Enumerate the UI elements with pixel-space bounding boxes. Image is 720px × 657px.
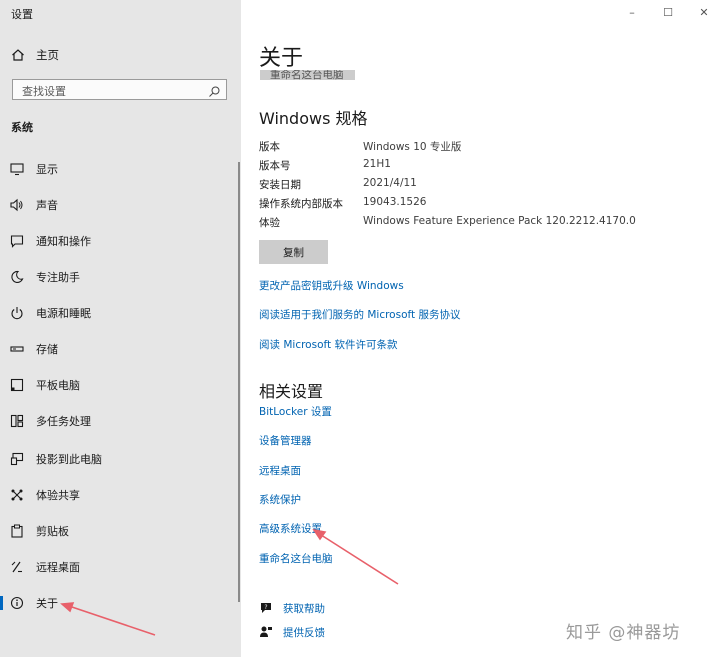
- svg-text:?: ?: [264, 604, 267, 611]
- sidebar-item-label: 体验共享: [36, 489, 80, 502]
- advanced-system-settings-link[interactable]: 高级系统设置: [259, 521, 322, 536]
- sidebar-item-sound[interactable]: 声音: [0, 191, 241, 219]
- spec-label: 体验: [259, 217, 280, 229]
- sidebar-item-label: 声音: [36, 199, 58, 212]
- sidebar-item-shared-experiences[interactable]: 体验共享: [0, 481, 241, 509]
- section-label-system: 系统: [11, 121, 33, 134]
- sidebar-item-display[interactable]: 显示: [0, 155, 241, 183]
- sidebar: 设置 主页 查找设置 系统 显示 声音 通知和操作 专注助手 电源和睡眠 存储: [0, 0, 241, 657]
- device-manager-link[interactable]: 设备管理器: [259, 433, 312, 448]
- service-agreement-link[interactable]: 阅读适用于我们服务的 Microsoft 服务协议: [259, 307, 460, 322]
- get-help-link[interactable]: ? 获取帮助: [259, 600, 325, 616]
- sidebar-item-tablet[interactable]: 平板电脑: [0, 371, 241, 399]
- give-feedback-label: 提供反馈: [283, 626, 325, 639]
- info-icon: [10, 596, 24, 610]
- rename-pc-button-clipped[interactable]: 重命名这台电脑: [260, 70, 355, 80]
- related-settings-heading: 相关设置: [259, 382, 324, 401]
- project-icon: [10, 452, 24, 466]
- spec-label: 版本: [259, 141, 280, 153]
- sidebar-item-label: 关于: [36, 597, 58, 610]
- spec-label: 安装日期: [259, 179, 301, 191]
- sidebar-item-label: 平板电脑: [36, 379, 80, 392]
- give-feedback-link[interactable]: 提供反馈: [259, 624, 325, 640]
- sidebar-item-focus[interactable]: 专注助手: [0, 263, 241, 291]
- sidebar-item-label: 电源和睡眠: [36, 307, 91, 320]
- rename-pc-button-label: 重命名这台电脑: [270, 70, 344, 80]
- sidebar-item-label: 显示: [36, 163, 58, 176]
- remote-desktop-icon: [10, 560, 24, 574]
- help-chat-icon: ?: [259, 601, 273, 615]
- sidebar-item-label: 通知和操作: [36, 235, 91, 248]
- change-product-key-link[interactable]: 更改产品密钥或升级 Windows: [259, 278, 404, 293]
- remote-desktop-link[interactable]: 远程桌面: [259, 463, 301, 478]
- sidebar-item-clipboard[interactable]: 剪贴板: [0, 517, 241, 545]
- spec-value: Windows 10 专业版: [363, 141, 462, 153]
- spec-value: Windows Feature Experience Pack 120.2212…: [363, 215, 636, 227]
- sidebar-item-power[interactable]: 电源和睡眠: [0, 299, 241, 327]
- power-icon: [10, 306, 24, 320]
- sidebar-item-project[interactable]: 投影到此电脑: [0, 445, 241, 473]
- sidebar-item-label: 存储: [36, 343, 58, 356]
- speaker-icon: [10, 198, 24, 212]
- tablet-icon: [10, 378, 24, 392]
- license-terms-link[interactable]: 阅读 Microsoft 软件许可条款: [259, 337, 397, 352]
- bitlocker-settings-link[interactable]: BitLocker 设置: [259, 404, 332, 419]
- spec-label: 操作系统内部版本: [259, 198, 343, 210]
- feedback-icon: [259, 625, 273, 639]
- spec-value: 2021/4/11: [363, 177, 417, 189]
- sidebar-item-label: 剪贴板: [36, 525, 69, 538]
- search-input[interactable]: 查找设置: [22, 83, 66, 99]
- search-box[interactable]: 查找设置: [12, 79, 227, 100]
- sidebar-item-multitasking[interactable]: 多任务处理: [0, 407, 241, 435]
- sidebar-item-label: 多任务处理: [36, 415, 91, 428]
- storage-icon: [10, 342, 24, 356]
- sidebar-item-label: 远程桌面: [36, 561, 80, 574]
- system-protection-link[interactable]: 系统保护: [259, 492, 301, 507]
- sidebar-item-label: 专注助手: [36, 271, 80, 284]
- sidebar-item-about[interactable]: 关于: [0, 589, 241, 617]
- sidebar-scrollbar[interactable]: [238, 162, 240, 602]
- minimize-button[interactable]: –: [622, 4, 642, 20]
- sidebar-item-notifications[interactable]: 通知和操作: [0, 227, 241, 255]
- home-nav-item[interactable]: 主页: [11, 46, 59, 64]
- spec-value: 19043.1526: [363, 196, 427, 208]
- active-indicator: [0, 596, 3, 610]
- copy-button[interactable]: 复制: [259, 240, 328, 264]
- share-icon: [10, 488, 24, 502]
- get-help-label: 获取帮助: [283, 602, 325, 615]
- spec-label: 版本号: [259, 160, 291, 172]
- sidebar-item-remote-desktop[interactable]: 远程桌面: [0, 553, 241, 581]
- app-title: 设置: [11, 8, 33, 21]
- clipboard-icon: [10, 524, 24, 538]
- maximize-button[interactable]: ☐: [658, 4, 678, 20]
- search-icon[interactable]: [208, 83, 221, 97]
- sidebar-item-label: 投影到此电脑: [36, 453, 102, 466]
- watermark: 知乎 @神器坊: [566, 623, 681, 643]
- rename-pc-link[interactable]: 重命名这台电脑: [259, 551, 333, 566]
- sidebar-item-storage[interactable]: 存储: [0, 335, 241, 363]
- home-icon: [11, 48, 25, 62]
- multitask-icon: [10, 414, 24, 428]
- moon-icon: [10, 270, 24, 284]
- windows-spec-heading: Windows 规格: [259, 109, 368, 128]
- home-label: 主页: [36, 48, 59, 62]
- display-icon: [10, 162, 24, 176]
- page-title: 关于: [259, 46, 304, 71]
- close-button[interactable]: ✕: [694, 4, 714, 20]
- notification-icon: [10, 234, 24, 248]
- spec-value: 21H1: [363, 158, 391, 170]
